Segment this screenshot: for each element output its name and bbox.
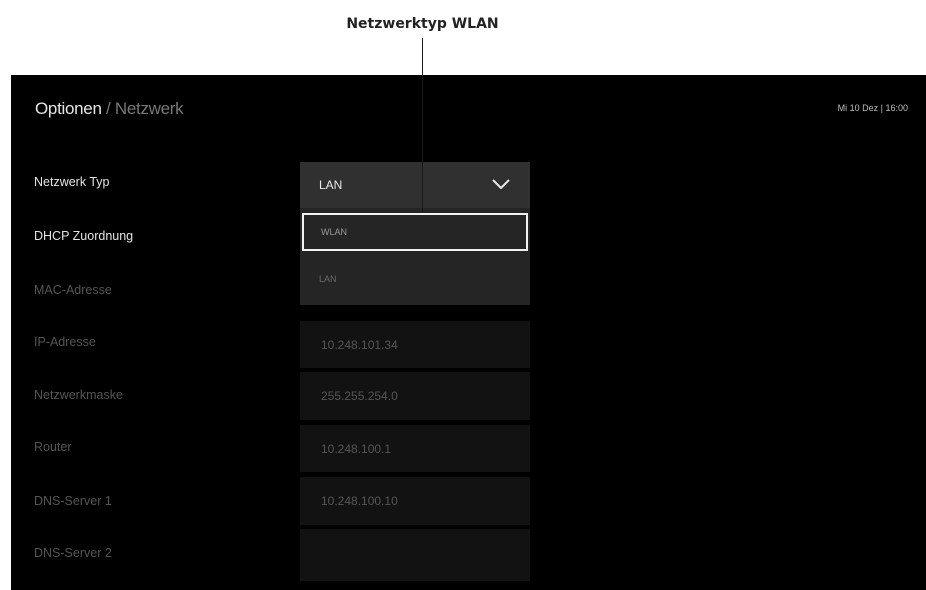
dropdown-option-lan[interactable]: LAN [302, 260, 528, 298]
dns-server-2-label: DNS-Server 2 [34, 546, 112, 560]
ip-address-value: 10.248.101.34 [321, 337, 398, 352]
chevron-down-icon [492, 179, 510, 189]
router-field: 10.248.100.1 [300, 425, 530, 472]
breadcrumb-current[interactable]: Optionen [35, 99, 102, 118]
network-type-dropdown: WLAN LAN [300, 208, 530, 305]
netmask-label: Netzwerkmaske [34, 388, 123, 402]
dhcp-label[interactable]: DHCP Zuordnung [34, 229, 133, 243]
breadcrumb-separator: / [106, 99, 111, 118]
network-type-label: Netzwerk Typ [34, 175, 110, 189]
dropdown-option-wlan[interactable]: WLAN [302, 213, 528, 251]
router-label: Router [34, 440, 72, 454]
netmask-value: 255.255.254.0 [321, 389, 398, 403]
mac-address-label: MAC-Adresse [34, 283, 112, 297]
callout-line [422, 38, 423, 212]
breadcrumb-section: Netzwerk [114, 99, 184, 118]
network-type-select[interactable]: LAN [300, 162, 530, 208]
callout-label: Netzwerktyp WLAN [346, 16, 499, 32]
dns-server-1-value: 10.248.100.10 [321, 494, 398, 508]
ip-address-label: IP-Adresse [34, 335, 96, 349]
breadcrumb: Optionen / Netzwerk [35, 99, 184, 119]
router-value: 10.248.100.1 [321, 441, 392, 456]
option-label: WLAN [321, 227, 348, 237]
tv-screen: Optionen / Netzwerk Mi 10 Dez | 16:00 Ne… [11, 75, 926, 590]
dns-server-1-label: DNS-Server 1 [34, 494, 112, 508]
datetime-display: Mi 10 Dez | 16:00 [837, 103, 908, 113]
dns-server-2-field [300, 529, 530, 581]
ip-address-field: 10.248.101.34 [300, 321, 530, 368]
option-label: LAN [319, 274, 337, 284]
dns-server-1-field: 10.248.100.10 [300, 477, 530, 525]
netmask-field: 255.255.254.0 [300, 372, 530, 420]
network-type-value: LAN [319, 178, 343, 192]
